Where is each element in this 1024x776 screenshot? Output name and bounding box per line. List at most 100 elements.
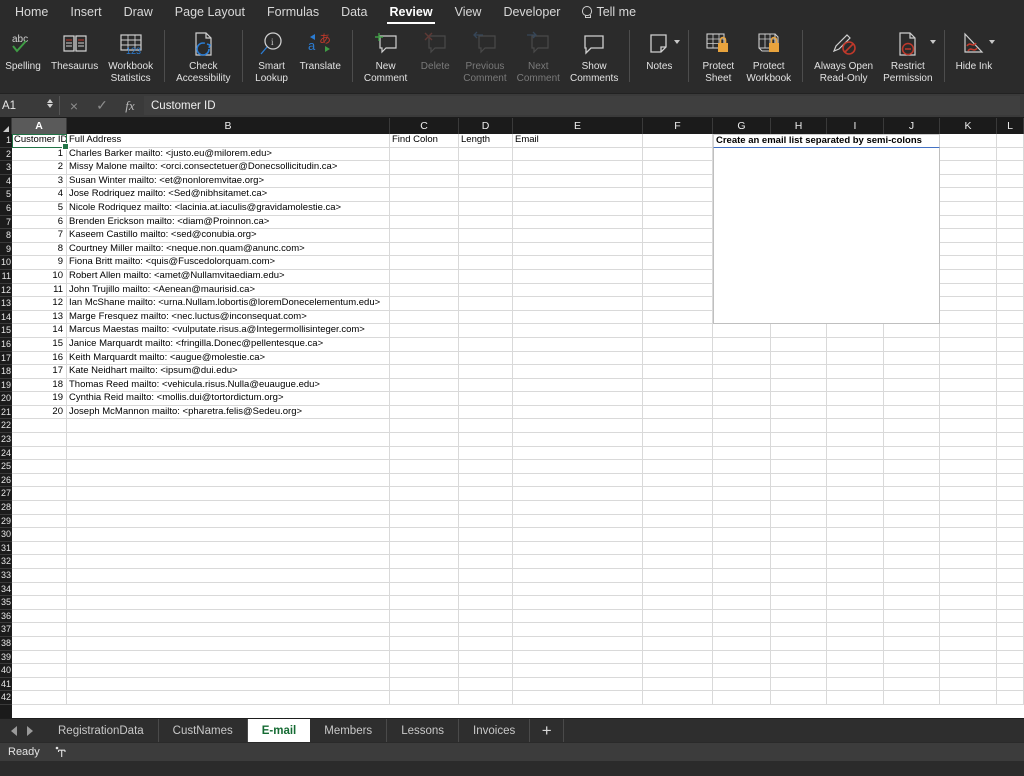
cell-A29[interactable] xyxy=(12,514,67,529)
cell-E31[interactable] xyxy=(513,541,643,556)
cell-I25[interactable] xyxy=(827,460,884,474)
cell-B35[interactable] xyxy=(67,596,390,610)
cell-I30[interactable] xyxy=(827,528,884,542)
row-header-34[interactable]: 34 xyxy=(0,583,12,597)
cell-I17[interactable] xyxy=(827,351,884,366)
cell-G17[interactable] xyxy=(713,351,771,366)
ribbon-tab-home[interactable]: Home xyxy=(4,0,59,24)
cell-C41[interactable] xyxy=(390,677,459,692)
column-header-b[interactable]: B xyxy=(67,118,390,134)
cell-F26[interactable] xyxy=(643,473,713,488)
cell-F4[interactable] xyxy=(643,174,713,189)
cell-L21[interactable] xyxy=(997,405,1024,420)
cell-G32[interactable] xyxy=(713,555,771,569)
cell-L32[interactable] xyxy=(997,555,1024,569)
row-header-5[interactable]: 5 xyxy=(0,188,12,202)
cell-K24[interactable] xyxy=(940,446,997,461)
cell-G26[interactable] xyxy=(713,473,771,488)
cell-L38[interactable] xyxy=(997,636,1024,651)
row-header-23[interactable]: 23 xyxy=(0,433,12,447)
cell-H28[interactable] xyxy=(771,501,827,515)
row-header-24[interactable]: 24 xyxy=(0,447,12,461)
cell-K35[interactable] xyxy=(940,596,997,610)
cell-H38[interactable] xyxy=(771,636,827,651)
cell-L27[interactable] xyxy=(997,487,1024,502)
cell-J31[interactable] xyxy=(884,541,940,556)
cell-K20[interactable] xyxy=(940,392,997,406)
cell-B31[interactable] xyxy=(67,541,390,556)
ribbon-button-spelling[interactable]: abc Spelling xyxy=(0,26,46,90)
cell-C35[interactable] xyxy=(390,596,459,610)
cell-F24[interactable] xyxy=(643,446,713,461)
cell-E30[interactable] xyxy=(513,528,643,542)
cell-C17[interactable] xyxy=(390,351,459,366)
ribbon-tab-formulas[interactable]: Formulas xyxy=(256,0,330,24)
cell-C12[interactable] xyxy=(390,283,459,298)
cell-C32[interactable] xyxy=(390,555,459,569)
cell-B37[interactable] xyxy=(67,623,390,637)
cell-K3[interactable] xyxy=(940,161,997,175)
cell-J35[interactable] xyxy=(884,596,940,610)
row-header-8[interactable]: 8 xyxy=(0,229,12,243)
cell-F2[interactable] xyxy=(643,147,713,162)
cell-J23[interactable] xyxy=(884,433,940,447)
cell-A19[interactable]: 18 xyxy=(12,378,67,393)
cell-C2[interactable] xyxy=(390,147,459,162)
cell-G19[interactable] xyxy=(713,378,771,393)
cell-D18[interactable] xyxy=(459,365,513,379)
cell-F28[interactable] xyxy=(643,501,713,515)
cell-D29[interactable] xyxy=(459,514,513,529)
cell-B2[interactable]: Charles Barker mailto: <justo.eu@milorem… xyxy=(67,147,390,162)
cell-A34[interactable] xyxy=(12,582,67,597)
cell-H24[interactable] xyxy=(771,446,827,461)
cell-F21[interactable] xyxy=(643,405,713,420)
cell-G41[interactable] xyxy=(713,677,771,692)
cell-F8[interactable] xyxy=(643,229,713,243)
ribbon-button-hide-ink[interactable]: Hide Ink xyxy=(951,26,998,90)
cell-L20[interactable] xyxy=(997,392,1024,406)
cell-E1[interactable]: Email xyxy=(513,134,643,148)
cell-C8[interactable] xyxy=(390,229,459,243)
ribbon-button-thesaurus[interactable]: Thesaurus xyxy=(46,26,103,90)
row-header-2[interactable]: 2 xyxy=(0,148,12,162)
cell-I27[interactable] xyxy=(827,487,884,502)
cell-I37[interactable] xyxy=(827,623,884,637)
cell-B9[interactable]: Courtney Miller mailto: <neque.non.quam@… xyxy=(67,242,390,257)
cell-D11[interactable] xyxy=(459,269,513,284)
cell-J30[interactable] xyxy=(884,528,940,542)
cell-B4[interactable]: Susan Winter mailto: <et@nonloremvitae.o… xyxy=(67,174,390,189)
cell-J21[interactable] xyxy=(884,405,940,420)
cell-F41[interactable] xyxy=(643,677,713,692)
cell-L24[interactable] xyxy=(997,446,1024,461)
cell-K1[interactable] xyxy=(940,134,997,148)
cell-D16[interactable] xyxy=(459,337,513,352)
cell-K9[interactable] xyxy=(940,242,997,257)
cell-F42[interactable] xyxy=(643,691,713,705)
cell-B12[interactable]: John Trujillo mailto: <Aenean@maurisid.c… xyxy=(67,283,390,298)
cell-B19[interactable]: Thomas Reed mailto: <vehicula.risus.Null… xyxy=(67,378,390,393)
row-header-22[interactable]: 22 xyxy=(0,419,12,434)
ribbon-tab-view[interactable]: View xyxy=(444,0,493,24)
cell-A27[interactable] xyxy=(12,487,67,502)
cell-C21[interactable] xyxy=(390,405,459,420)
row-header-11[interactable]: 11 xyxy=(0,270,12,284)
cell-B21[interactable]: Joseph McMannon mailto: <pharetra.felis@… xyxy=(67,405,390,420)
cell-B26[interactable] xyxy=(67,473,390,488)
cell-A10[interactable]: 9 xyxy=(12,256,67,270)
cell-A18[interactable]: 17 xyxy=(12,365,67,379)
cell-J36[interactable] xyxy=(884,609,940,624)
cell-L4[interactable] xyxy=(997,174,1024,189)
cell-A3[interactable]: 2 xyxy=(12,161,67,175)
cell-L1[interactable] xyxy=(997,134,1024,148)
cell-L10[interactable] xyxy=(997,256,1024,270)
cell-C27[interactable] xyxy=(390,487,459,502)
cell-F16[interactable] xyxy=(643,337,713,352)
cell-I26[interactable] xyxy=(827,473,884,488)
cell-C14[interactable] xyxy=(390,310,459,325)
cell-B41[interactable] xyxy=(67,677,390,692)
cell-J18[interactable] xyxy=(884,365,940,379)
cell-I38[interactable] xyxy=(827,636,884,651)
cell-E17[interactable] xyxy=(513,351,643,366)
cell-E14[interactable] xyxy=(513,310,643,325)
cell-K23[interactable] xyxy=(940,433,997,447)
